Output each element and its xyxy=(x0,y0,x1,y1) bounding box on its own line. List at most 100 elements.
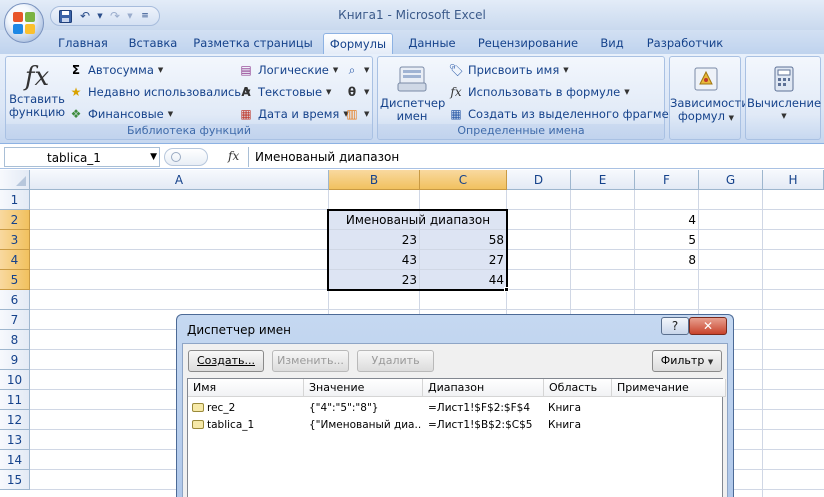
row-header[interactable]: 2 xyxy=(0,210,30,230)
list-item[interactable]: tablica_1 {"Именованый диа... =Лист1!$B$… xyxy=(188,417,726,434)
select-all-corner[interactable] xyxy=(0,170,30,190)
autosum-button[interactable]: Σ Автосумма ▼ xyxy=(68,60,163,80)
name-manager-button[interactable]: Диспетчер имен xyxy=(380,61,445,123)
tab-formulas[interactable]: Формулы xyxy=(323,33,393,54)
row-header[interactable]: 7 xyxy=(0,310,30,330)
cell-f4[interactable]: 8 xyxy=(635,250,699,270)
names-list: Имя Значение Диапазон Область Примечание… xyxy=(187,378,726,497)
row-header[interactable]: 8 xyxy=(0,330,30,350)
row-header[interactable]: 14 xyxy=(0,450,30,470)
fill-handle[interactable] xyxy=(504,287,509,292)
calendar-icon: ▦ xyxy=(240,107,252,121)
row-header[interactable]: 13 xyxy=(0,430,30,450)
office-button[interactable] xyxy=(4,3,44,43)
column-header[interactable]: H xyxy=(763,170,824,190)
chevron-down-icon[interactable]: ▼ xyxy=(150,152,157,162)
column-header[interactable]: A xyxy=(30,170,329,190)
calculation-button[interactable]: Вычисление ▼ xyxy=(746,61,822,123)
star-icon: ★ xyxy=(70,85,82,99)
column-header[interactable]: G xyxy=(699,170,763,190)
column-header-range[interactable]: Диапазон xyxy=(423,379,544,397)
row-header[interactable]: 6 xyxy=(0,290,30,310)
formula-bar-toggle[interactable] xyxy=(164,148,208,166)
ribbon-tabs: Главная Вставка Разметка страницы Формул… xyxy=(0,30,824,54)
row-header[interactable]: 15 xyxy=(0,470,30,490)
window-title: Книга1 - Microsoft Excel xyxy=(338,8,486,22)
column-header[interactable]: D xyxy=(507,170,571,190)
create-name-button[interactable]: Создать... xyxy=(188,350,264,372)
insert-function-button[interactable]: fx Вставить функцию xyxy=(8,61,66,119)
group-calculation: Вычисление ▼ xyxy=(745,56,821,140)
name-manager-dialog: Диспетчер имен ? ✕ Создать... Изменить..… xyxy=(176,314,734,497)
column-header[interactable]: F xyxy=(635,170,699,190)
row-header[interactable]: 11 xyxy=(0,390,30,410)
name-manager-icon xyxy=(380,61,444,97)
tab-page-layout[interactable]: Разметка страницы xyxy=(192,33,314,54)
tab-developer[interactable]: Разработчик xyxy=(641,33,729,54)
tab-insert[interactable]: Вставка xyxy=(124,33,182,54)
row-header[interactable]: 10 xyxy=(0,370,30,390)
formula-input[interactable]: Именованый диапазон xyxy=(248,147,824,167)
financial-functions-button[interactable]: ❖ Финансовые ▼ xyxy=(68,104,174,124)
row-header[interactable]: 5 xyxy=(0,270,30,290)
group-label: Определенные имена xyxy=(378,124,664,139)
help-button[interactable]: ? xyxy=(661,317,689,335)
grid-line xyxy=(30,309,824,310)
create-from-selection-button[interactable]: ▦ Создать из выделенного фрагмента xyxy=(448,104,690,124)
theta-icon: θ xyxy=(347,85,357,99)
chevron-down-icon: ▼ xyxy=(563,66,569,74)
fx-icon: fx xyxy=(24,62,50,92)
fx-icon: fx xyxy=(450,85,462,99)
name-box[interactable]: tablica_1 ▼ xyxy=(4,147,160,167)
name-tag-icon xyxy=(192,420,204,429)
filter-button[interactable]: Фильтр ▼ xyxy=(652,350,722,372)
column-header-scope[interactable]: Область xyxy=(544,379,612,397)
text-functions-button[interactable]: A Текстовые ▼ xyxy=(238,82,331,102)
tab-view[interactable]: Вид xyxy=(592,33,632,54)
grid-icon: ▦ xyxy=(450,107,462,121)
lookup-functions-button[interactable]: ⌕ ▼ xyxy=(344,60,370,80)
list-item[interactable]: rec_2 {"4":"5":"8"} =Лист1!$F$2:$F$4 Кни… xyxy=(188,400,726,417)
dialog-body: Создать... Изменить... Удалить Фильтр ▼ … xyxy=(182,343,728,497)
auditing-icon xyxy=(670,61,742,97)
column-header-value[interactable]: Значение xyxy=(304,379,423,397)
column-header-name[interactable]: Имя xyxy=(188,379,304,397)
cell-f2[interactable]: 4 xyxy=(635,210,699,230)
tab-home[interactable]: Главная xyxy=(50,33,116,54)
delete-name-button[interactable]: Удалить xyxy=(357,350,434,372)
insert-function-icon[interactable]: fx xyxy=(228,149,239,163)
column-header[interactable]: B xyxy=(329,170,420,190)
define-name-button[interactable]: 🏷 Присвоить имя ▼ xyxy=(448,60,569,80)
selection-border xyxy=(327,209,508,291)
tab-data[interactable]: Данные xyxy=(402,33,462,54)
more-functions-button[interactable]: ▥ ▼ xyxy=(344,104,369,124)
row-header[interactable]: 12 xyxy=(0,410,30,430)
magnifier-icon: ⌕ xyxy=(348,63,356,77)
column-header[interactable]: C xyxy=(420,170,507,190)
recent-functions-button[interactable]: ★ Недавно использовались ▼ xyxy=(68,82,251,102)
logical-functions-button[interactable]: ▤ Логические ▼ xyxy=(238,60,338,80)
chevron-down-icon: ▼ xyxy=(624,88,630,96)
office-logo-icon xyxy=(12,11,36,35)
row-header[interactable]: 3 xyxy=(0,230,30,250)
chevron-down-icon: ▼ xyxy=(364,88,370,96)
math-functions-button[interactable]: θ ▼ xyxy=(344,82,370,102)
chevron-down-icon: ▼ xyxy=(167,110,174,118)
chevron-down-icon: ▼ xyxy=(332,66,339,74)
row-header[interactable]: 1 xyxy=(0,190,30,210)
coins-icon: ❖ xyxy=(70,107,82,121)
formula-dependencies-button[interactable]: Зависимости формул ▼ xyxy=(670,61,749,125)
close-button[interactable]: ✕ xyxy=(689,317,727,335)
use-in-formula-button[interactable]: fx Использовать в формуле ▼ xyxy=(448,82,630,102)
cell-f3[interactable]: 5 xyxy=(635,230,699,250)
chevron-down-icon: ▼ xyxy=(364,110,370,118)
row-header[interactable]: 9 xyxy=(0,350,30,370)
tab-review[interactable]: Рецензирование xyxy=(472,33,584,54)
row-header[interactable]: 4 xyxy=(0,250,30,270)
datetime-functions-button[interactable]: ▦ Дата и время ▼ xyxy=(238,104,348,124)
column-header-note[interactable]: Примечание xyxy=(612,379,726,397)
group-defined-names: Диспетчер имен 🏷 Присвоить имя ▼ fx Испол… xyxy=(377,56,690,140)
edit-name-button[interactable]: Изменить... xyxy=(272,350,349,372)
chevron-down-icon: ▼ xyxy=(364,66,370,74)
column-header[interactable]: E xyxy=(571,170,635,190)
